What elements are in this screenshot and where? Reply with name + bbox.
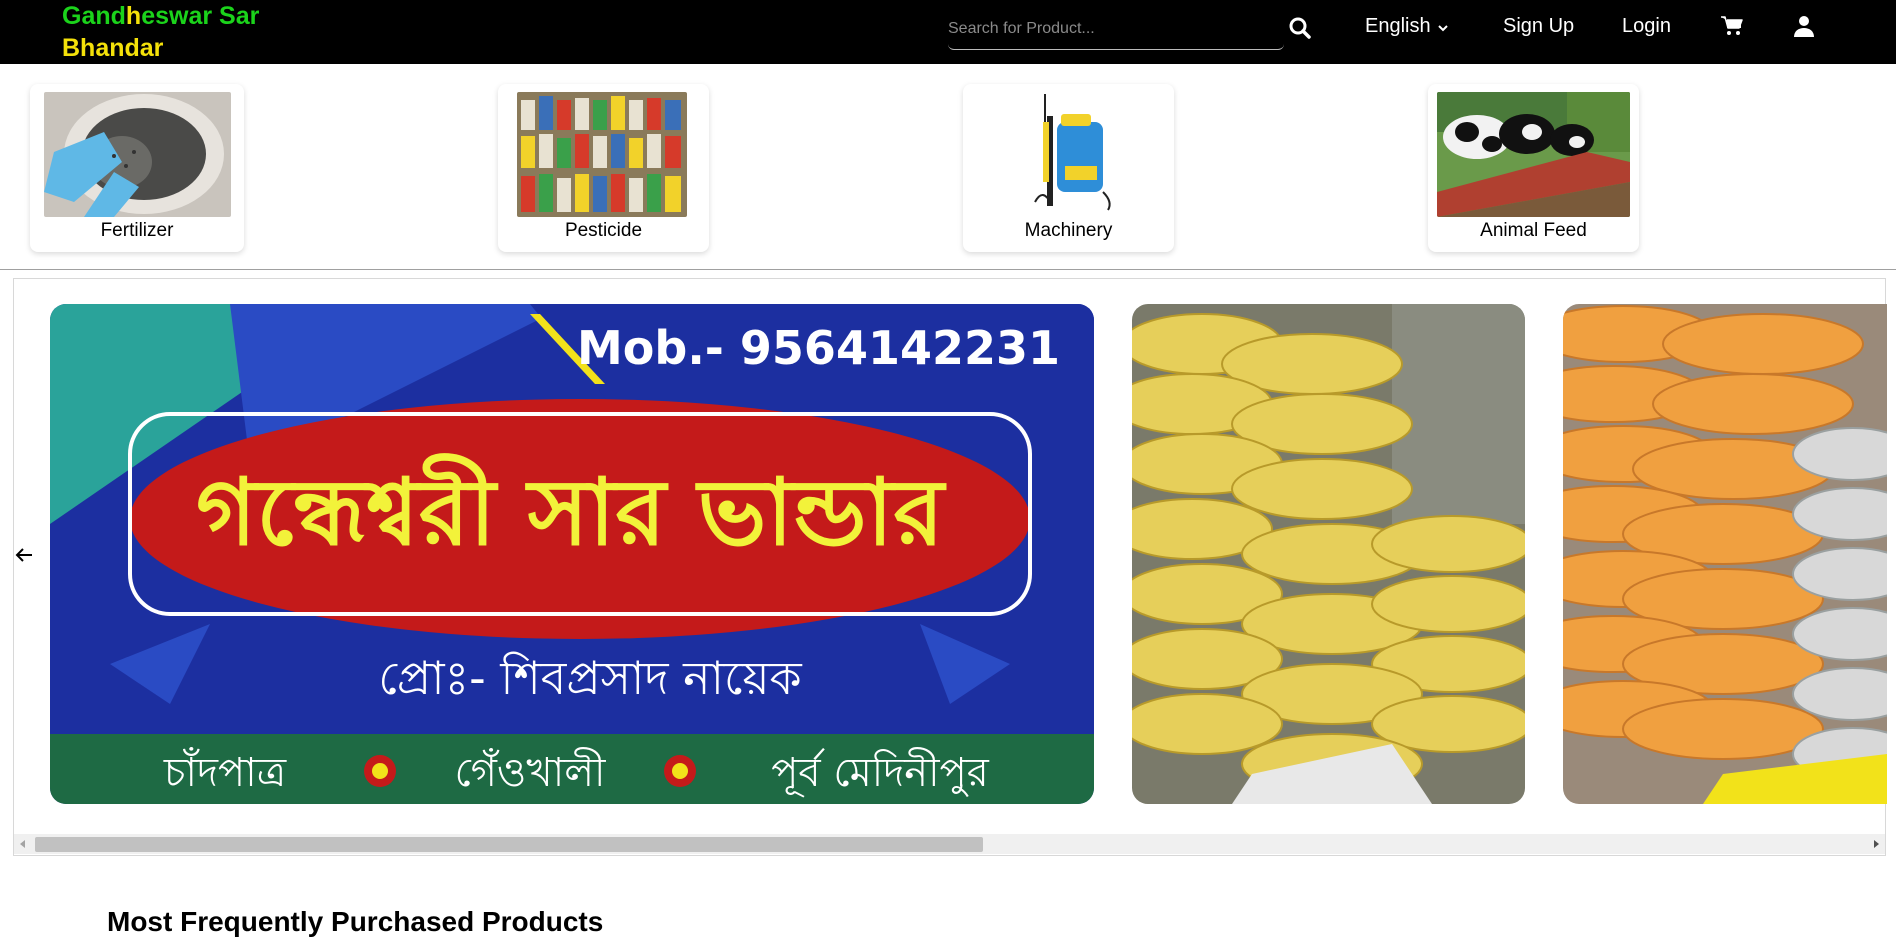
banner-proprietor: প্রোঃ- শিবপ্রসাদ নায়েক bbox=[378, 651, 802, 705]
banner-address-3: পূর্ব মেদিনীপুর bbox=[771, 747, 989, 797]
animal-feed-image bbox=[1437, 92, 1630, 217]
category-pesticide[interactable]: Pesticide bbox=[498, 84, 709, 252]
scrollbar-thumb[interactable] bbox=[35, 837, 983, 852]
category-label: Pesticide bbox=[564, 220, 643, 241]
carousel-slide-orange-bags[interactable] bbox=[1563, 304, 1887, 804]
search-box bbox=[948, 14, 1284, 50]
carousel-slide-shop-sign[interactable]: Mob.- 9564142231 গন্ধেশ্বরী সার ভান্ডার … bbox=[50, 304, 1094, 804]
banner-address-1: চাঁদপাত্র bbox=[163, 747, 287, 796]
category-fertilizer[interactable]: Fertilizer bbox=[30, 84, 244, 252]
carousel-slide-fertilizer-bags[interactable] bbox=[1132, 304, 1525, 804]
search-input[interactable] bbox=[948, 14, 1284, 44]
banner-mobile-text: Mob.- 9564142231 bbox=[577, 321, 1060, 375]
category-label: Fertilizer bbox=[100, 220, 174, 241]
banner-carousel[interactable]: Mob.- 9564142231 গন্ধেশ্বরী সার ভান্ডার … bbox=[13, 278, 1887, 856]
brand-text-part: h bbox=[125, 2, 142, 30]
banner-shop-name: গন্ধেশ্বরী সার ভান্ডার bbox=[196, 453, 947, 566]
category-label: Animal Feed bbox=[1480, 220, 1587, 241]
category-machinery[interactable]: Machinery bbox=[963, 84, 1174, 252]
brand-text-line2: Bhandar bbox=[62, 34, 164, 62]
chevron-down-icon bbox=[1437, 15, 1449, 39]
category-strip: Fertilizer Pesticide Machinery Animal Fe… bbox=[0, 64, 1896, 270]
pesticide-image bbox=[517, 92, 687, 217]
section-title: Most Frequently Purchased Products bbox=[107, 906, 604, 937]
scroll-left-arrow[interactable] bbox=[20, 840, 25, 848]
brand-text-part: Gand bbox=[62, 2, 126, 30]
scroll-right-arrow[interactable] bbox=[1874, 840, 1879, 848]
category-label: Machinery bbox=[1024, 220, 1113, 241]
machinery-image bbox=[1023, 92, 1118, 217]
language-label: English bbox=[1365, 15, 1431, 37]
fertilizer-image bbox=[44, 92, 231, 217]
top-navbar: Gandheswar Sar Bhandar English Sign Up L… bbox=[0, 0, 1896, 64]
banner-address-2: গেঁওখালী bbox=[454, 747, 606, 796]
login-link[interactable]: Login bbox=[1622, 14, 1671, 38]
signup-link[interactable]: Sign Up bbox=[1503, 14, 1574, 38]
user-icon[interactable] bbox=[1792, 14, 1816, 38]
cart-icon[interactable] bbox=[1720, 14, 1744, 38]
search-icon[interactable] bbox=[1288, 16, 1312, 40]
brand-text-part: eswar Sar bbox=[141, 2, 260, 30]
carousel-scrollbar[interactable] bbox=[14, 834, 1885, 854]
brand-logo[interactable]: Gandheswar Sar Bhandar bbox=[62, 0, 259, 64]
arrow-left-icon[interactable] bbox=[14, 545, 34, 565]
category-animal-feed[interactable]: Animal Feed bbox=[1428, 84, 1639, 252]
language-dropdown[interactable]: English bbox=[1365, 14, 1449, 39]
